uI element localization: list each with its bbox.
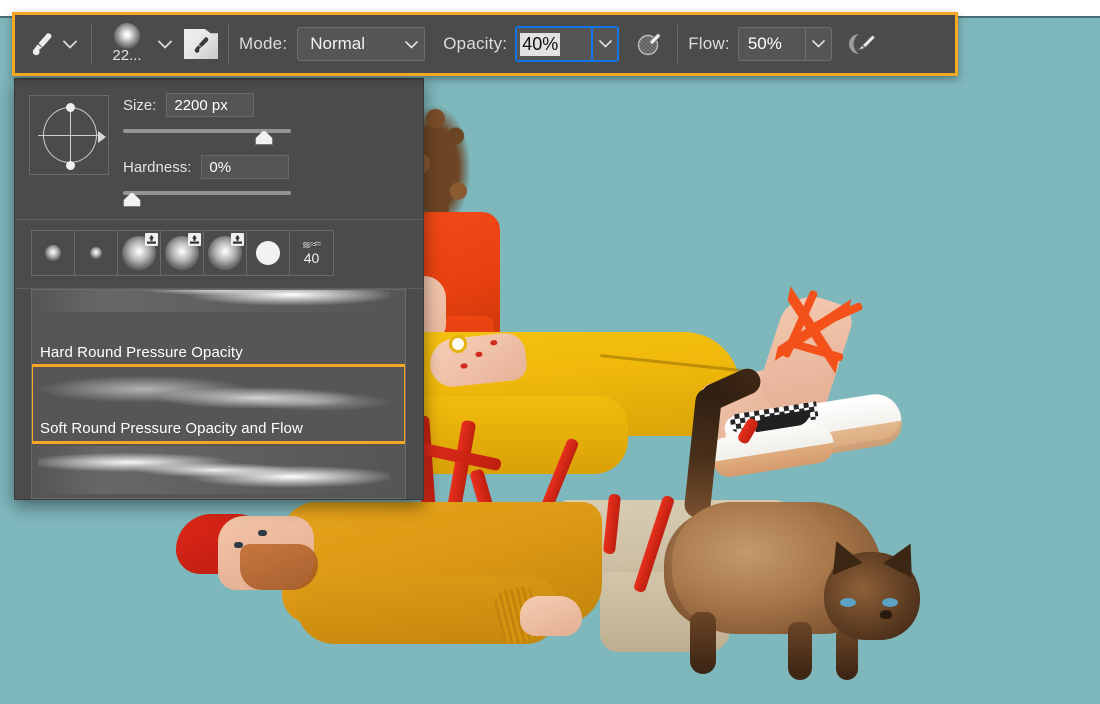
tablet-pressure-opacity-icon[interactable]	[846, 27, 880, 61]
size-slider[interactable]	[123, 125, 291, 147]
airbrush-icon[interactable]	[633, 27, 667, 61]
texture-brush-icon: ≋≈≈	[301, 237, 322, 252]
hardness-slider-track	[123, 191, 291, 195]
photo-nail	[475, 351, 483, 358]
opacity-chevron-down-icon[interactable]	[591, 28, 618, 60]
brush-list-item-label: Hard Round Pressure Opacity	[40, 344, 243, 361]
mode-label: Mode:	[239, 34, 288, 53]
brush-tip-stamp-icon	[231, 233, 244, 246]
size-input[interactable]: 2200 px	[166, 93, 255, 117]
preview-handle-top[interactable]	[66, 103, 75, 112]
photo-cat-leg	[690, 612, 716, 674]
brush-preset-list[interactable]: Hard Round Pressure Opacity Soft Round Pr…	[31, 289, 406, 499]
blend-mode-chevron-down-icon[interactable]	[405, 34, 419, 54]
brush-preset-picker-panel: Size: 2200 px Hardness: 0% ≋≈≈ 40 Hard Ro…	[14, 78, 424, 500]
toolbar-separator	[91, 25, 92, 63]
brush-list-item-label: Soft Round Pressure Opacity and Flow	[40, 420, 303, 437]
photo-trouser-button	[452, 338, 464, 350]
photo-woman-yellow-trousers-2	[398, 396, 628, 474]
size-row: Size: 2200 px	[123, 93, 413, 117]
preview-handle-bottom[interactable]	[66, 161, 75, 170]
tool-preset-brush-icon	[194, 37, 209, 53]
photo-man-beard	[240, 544, 318, 590]
soft-round-brush-icon	[45, 245, 61, 261]
blend-mode-dropdown[interactable]: Normal	[297, 27, 426, 61]
opacity-field-group[interactable]: 40%	[515, 26, 620, 62]
brush-thumbnail-soft-round-large-2[interactable]	[161, 231, 204, 275]
photo-nail	[490, 339, 498, 346]
brush-angle-roundness-preview[interactable]	[29, 95, 109, 175]
hard-round-brush-icon	[256, 241, 280, 265]
soft-round-brush-icon	[90, 247, 102, 259]
paintbrush-icon[interactable]	[25, 27, 59, 61]
brush-list-item[interactable]: Hard Round Pressure Opacity and Flow	[32, 442, 405, 498]
opacity-value: 40%	[520, 32, 561, 56]
hardness-slider[interactable]	[123, 187, 291, 209]
brush-list-item[interactable]: Soft Round Pressure Opacity and Flow	[32, 364, 405, 444]
brush-tool-chevron-down-icon[interactable]	[59, 29, 81, 59]
brush-tip-stamp-icon	[188, 233, 201, 246]
flow-label: Flow:	[688, 34, 730, 53]
brush-preset-picker-button[interactable]: 22...	[102, 18, 176, 70]
brush-preset-thumbnail[interactable]: 22...	[102, 18, 152, 70]
photo-nail	[460, 363, 468, 369]
brush-thumbnail-strip: ≋≈≈ 40	[31, 230, 334, 276]
brush-thumbnail-soft-round-tiny[interactable]	[75, 231, 118, 275]
photo-cat-nose	[880, 610, 892, 619]
photo-cat-head	[821, 535, 925, 640]
toolbar-separator	[677, 25, 679, 63]
photo-cat-eye	[882, 598, 898, 607]
toolbar-separator	[228, 25, 229, 63]
hardness-row: Hardness: 0%	[123, 155, 413, 179]
preview-crosshair-vertical	[70, 104, 71, 166]
hardness-input[interactable]: 0%	[201, 155, 290, 179]
brush-thumbnail-hard-round[interactable]	[247, 231, 290, 275]
brush-list-item-label: Hard Round Pressure Opacity and Flow	[40, 496, 309, 498]
brush-shape-section: Size: 2200 px Hardness: 0%	[15, 79, 423, 219]
flow-input[interactable]: 50%	[739, 28, 805, 60]
brush-fields: Size: 2200 px Hardness: 0%	[123, 91, 413, 209]
brush-thumbnail-soft-round-large-1[interactable]	[118, 231, 161, 275]
brush-thumbnail-label: 40	[303, 249, 320, 266]
brush-stroke-preview	[38, 370, 390, 418]
brush-stroke-preview	[38, 290, 390, 312]
brush-tool-options-bar: 22... Mode: Normal Opacity: 40% Flow: 50…	[12, 12, 958, 76]
brush-thumbnail-soft-round-small[interactable]	[32, 231, 75, 275]
opacity-label: Opacity:	[443, 34, 508, 53]
brush-stroke-preview	[38, 446, 390, 494]
hardness-label: Hardness:	[123, 158, 192, 176]
photo-eye	[258, 530, 267, 536]
brush-thumbnail-texture-brush-40[interactable]: ≋≈≈ 40	[290, 231, 333, 275]
size-label: Size:	[123, 96, 157, 114]
brush-tip-stamp-icon	[145, 233, 158, 246]
flow-field-group[interactable]: 50%	[737, 27, 832, 61]
brush-thumbnail-section: ≋≈≈ 40	[15, 220, 423, 288]
soft-round-brush-icon	[114, 22, 140, 49]
photo-cat-leg	[788, 622, 812, 680]
brush-list-item[interactable]: Hard Round Pressure Opacity	[32, 290, 405, 366]
photo-cat-eye	[840, 598, 856, 607]
blend-mode-value: Normal	[310, 34, 366, 53]
preview-angle-arrow-icon[interactable]	[98, 131, 106, 143]
photo-cat-ear	[883, 536, 925, 578]
brush-thumbnail-soft-round-large-3[interactable]	[204, 231, 247, 275]
photo-man-hand	[520, 596, 582, 636]
tool-preset-picker-button[interactable]	[184, 29, 218, 59]
opacity-input[interactable]: 40%	[517, 28, 592, 60]
brush-preset-chevron-down-icon[interactable]	[154, 29, 176, 59]
flow-chevron-down-icon[interactable]	[804, 28, 831, 60]
brush-size-label: 22...	[112, 46, 142, 64]
brush-list-section: Hard Round Pressure Opacity Soft Round Pr…	[15, 289, 423, 499]
